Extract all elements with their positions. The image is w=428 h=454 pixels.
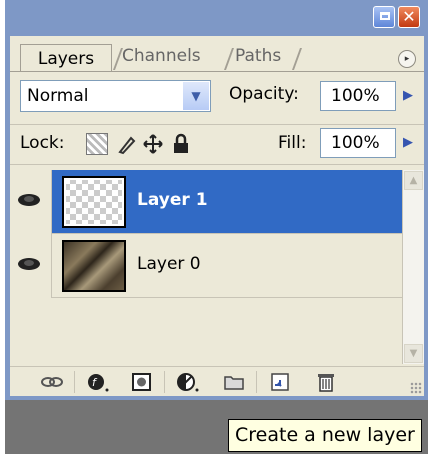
lock-label: Lock: (20, 133, 65, 153)
blend-opacity-row: Normal ▼ Opacity: 100% ▶ (20, 80, 420, 116)
layer-name[interactable]: Layer 1 (137, 190, 208, 210)
tab-layers[interactable]: Layers (20, 44, 112, 72)
group-folder-icon[interactable] (222, 371, 246, 393)
opacity-input[interactable]: 100% (320, 81, 396, 111)
divider (256, 371, 257, 393)
lock-transparent-pixels-icon[interactable] (86, 133, 108, 155)
visibility-toggle[interactable] (10, 234, 52, 298)
opacity-slider-arrow-icon[interactable]: ▶ (396, 81, 420, 111)
opacity-label: Opacity: (229, 84, 299, 104)
panel-tabs: Layers Channels Paths ▸ (10, 36, 424, 72)
layer-thumbnail (62, 240, 126, 292)
resize-grip[interactable] (410, 382, 422, 394)
minimize-icon (380, 12, 390, 20)
layers-window: ✕ Layers Channels Paths ▸ Normal ▼ Opaci… (5, 0, 428, 400)
layer-row-layer-1[interactable]: Layer 1 (10, 170, 402, 234)
blend-mode-select[interactable]: Normal ▼ (20, 80, 211, 112)
layer-style-icon[interactable]: f (86, 371, 110, 393)
divider (74, 371, 75, 393)
layers-toolbar: f (10, 366, 424, 396)
tab-baseline (10, 71, 424, 72)
visibility-toggle[interactable] (10, 170, 52, 234)
tab-paths[interactable]: Paths (235, 42, 281, 70)
layer-thumbnail (62, 176, 126, 228)
trash-icon[interactable] (314, 371, 338, 393)
fill-slider-arrow-icon[interactable]: ▶ (396, 128, 420, 158)
panel-menu-icon: ▸ (404, 54, 410, 64)
eye-icon (18, 258, 40, 270)
scroll-down-icon[interactable]: ▼ (404, 344, 423, 363)
eye-icon (18, 194, 40, 206)
panel-menu-button[interactable]: ▸ (398, 50, 416, 68)
layer-row-layer-0[interactable]: Layer 0 (10, 234, 402, 298)
blend-mode-value: Normal (27, 86, 89, 106)
tab-channels[interactable]: Channels (122, 42, 201, 70)
tab-divider (223, 48, 235, 70)
mask-icon[interactable] (130, 371, 154, 393)
chevron-down-icon[interactable]: ▼ (183, 82, 209, 110)
close-icon: ✕ (402, 7, 416, 26)
fill-input[interactable]: 100% (320, 128, 396, 158)
layer-name[interactable]: Layer 0 (137, 254, 201, 274)
divider (10, 164, 424, 165)
tooltip: Create a new layer (228, 419, 422, 452)
layers-list: Layer 1 Layer 0 (10, 170, 402, 364)
close-button[interactable]: ✕ (398, 6, 420, 28)
link-icon[interactable] (40, 371, 64, 393)
lock-position-icon[interactable] (142, 133, 164, 155)
layers-panel: Layers Channels Paths ▸ Normal ▼ Opacity… (10, 36, 424, 396)
lock-image-pixels-icon[interactable] (116, 133, 138, 155)
lock-all-icon[interactable] (170, 133, 192, 155)
minimize-button[interactable] (373, 6, 395, 28)
fill-label: Fill: (278, 133, 307, 153)
adjustment-icon[interactable] (176, 371, 200, 393)
divider (10, 124, 424, 125)
layers-scrollbar[interactable]: ▲ ▼ (402, 170, 424, 364)
tab-divider (291, 48, 303, 70)
scroll-up-icon[interactable]: ▲ (404, 171, 423, 190)
new-layer-icon[interactable] (268, 371, 292, 393)
divider (164, 371, 165, 393)
